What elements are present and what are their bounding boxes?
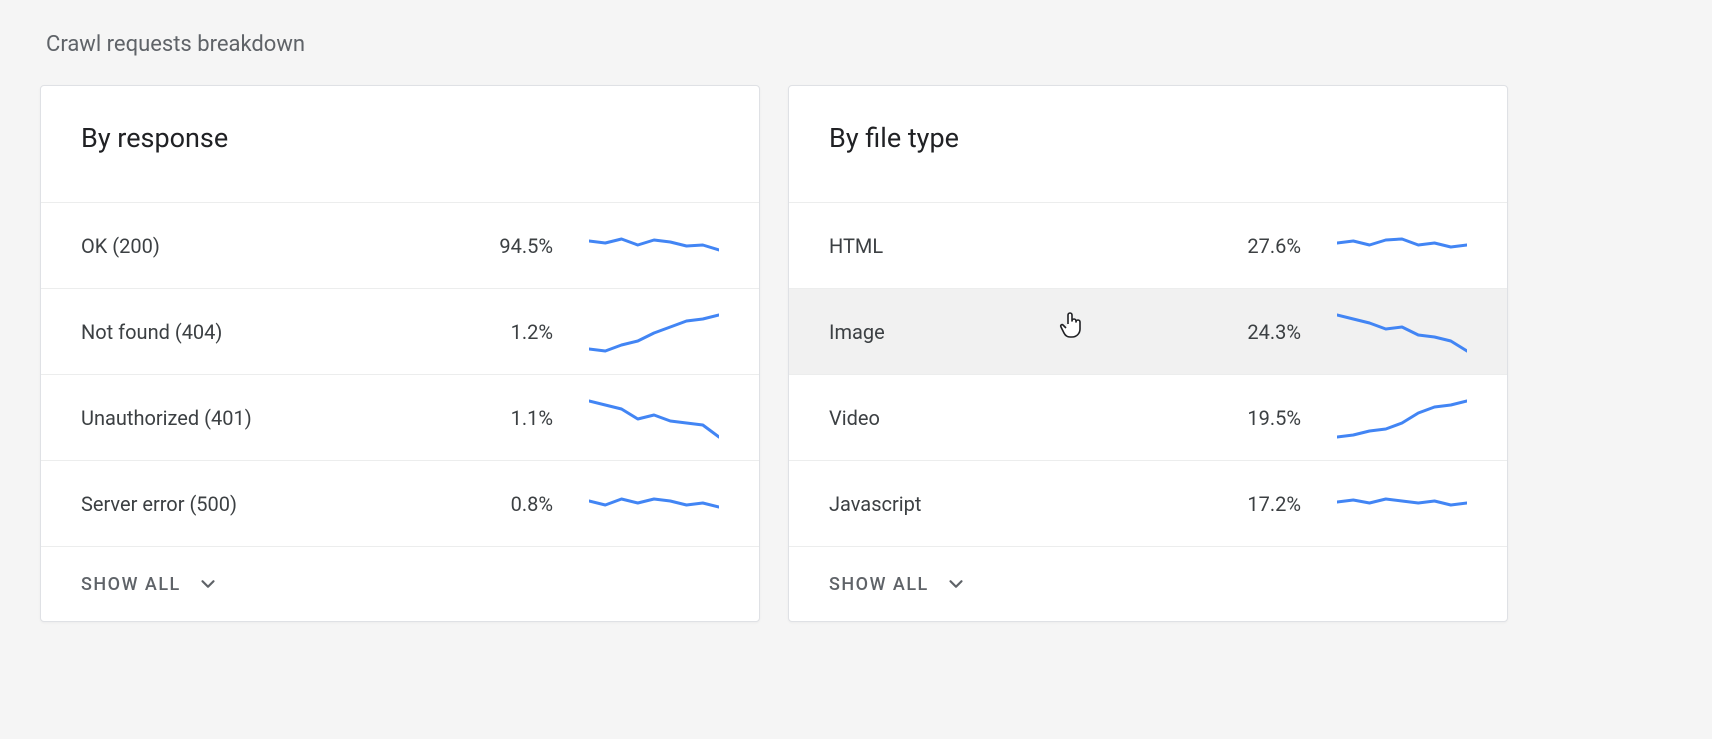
sparkline	[1337, 395, 1467, 441]
page-title: Crawl requests breakdown	[46, 32, 1672, 57]
row-image[interactable]: Image 24.3%	[789, 288, 1507, 374]
show-all-button[interactable]: SHOW ALL	[41, 546, 759, 621]
row-ok-200[interactable]: OK (200) 94.5%	[41, 202, 759, 288]
row-value: 27.6%	[1191, 234, 1301, 258]
card-title-by-file-type: By file type	[789, 86, 1507, 202]
row-label: HTML	[829, 234, 1191, 258]
sparkline	[1337, 223, 1467, 269]
sparkline	[589, 481, 719, 527]
row-label: Not found (404)	[81, 320, 443, 344]
row-label: Server error (500)	[81, 492, 443, 516]
row-value: 94.5%	[443, 234, 553, 258]
row-label: Video	[829, 406, 1191, 430]
row-value: 1.1%	[443, 406, 553, 430]
sparkline	[589, 223, 719, 269]
row-value: 0.8%	[443, 492, 553, 516]
row-label: Image	[829, 320, 1191, 344]
sparkline	[589, 395, 719, 441]
cards-container: By response OK (200) 94.5% Not found (40…	[40, 85, 1672, 622]
row-value: 24.3%	[1191, 320, 1301, 344]
row-not-found-404[interactable]: Not found (404) 1.2%	[41, 288, 759, 374]
chevron-down-icon	[197, 573, 219, 595]
card-by-file-type: By file type HTML 27.6% Image 24.3% Vide…	[788, 85, 1508, 622]
show-all-button[interactable]: SHOW ALL	[789, 546, 1507, 621]
row-unauthorized-401[interactable]: Unauthorized (401) 1.1%	[41, 374, 759, 460]
row-value: 1.2%	[443, 320, 553, 344]
row-value: 17.2%	[1191, 492, 1301, 516]
row-server-error-500[interactable]: Server error (500) 0.8%	[41, 460, 759, 546]
sparkline	[1337, 309, 1467, 355]
row-value: 19.5%	[1191, 406, 1301, 430]
row-label: Unauthorized (401)	[81, 406, 443, 430]
row-html[interactable]: HTML 27.6%	[789, 202, 1507, 288]
row-label: Javascript	[829, 492, 1191, 516]
row-video[interactable]: Video 19.5%	[789, 374, 1507, 460]
sparkline	[589, 309, 719, 355]
row-javascript[interactable]: Javascript 17.2%	[789, 460, 1507, 546]
show-all-label: SHOW ALL	[81, 574, 181, 595]
sparkline	[1337, 481, 1467, 527]
card-title-by-response: By response	[41, 86, 759, 202]
card-by-response: By response OK (200) 94.5% Not found (40…	[40, 85, 760, 622]
row-label: OK (200)	[81, 234, 443, 258]
show-all-label: SHOW ALL	[829, 574, 929, 595]
chevron-down-icon	[945, 573, 967, 595]
